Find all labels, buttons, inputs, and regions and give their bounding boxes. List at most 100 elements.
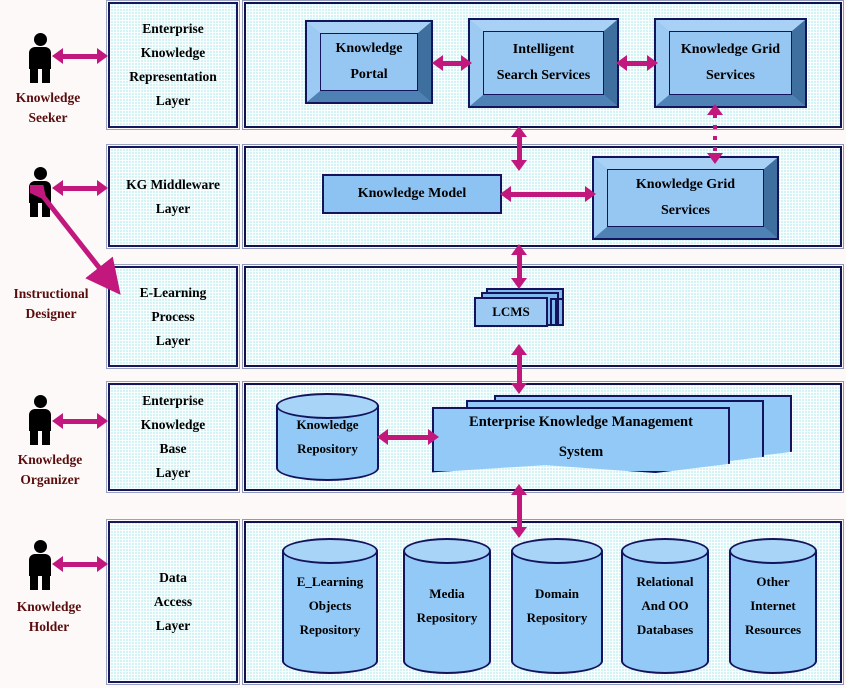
kg-services-top-line1: Knowledge Grid (680, 42, 781, 57)
node-lcms[interactable]: LCMS (472, 288, 572, 336)
actor-head-icon (33, 540, 47, 553)
layer-panel-e-learning-process-layer: LCMS (242, 264, 844, 369)
actor-label-knowledge-organizer: Knowledge Organizer (0, 450, 102, 490)
actor1-label-line2: Seeker (28, 110, 68, 125)
actor-legs-icon (29, 203, 51, 217)
rdb-line3: Databases (636, 622, 694, 637)
diagram-canvas: Enterprise Knowledge Representation Laye… (0, 0, 846, 688)
actor4-label-line2: Holder (28, 619, 70, 634)
domain-line1: Domain (534, 586, 580, 601)
arrow-grid-top-to-grid-middle-dotted (704, 104, 726, 164)
actor-head-icon (33, 395, 47, 408)
rdb-line2: And OO (641, 598, 689, 613)
knowledge-model-label: Knowledge Model (357, 186, 467, 201)
elo-line2: Objects (308, 598, 352, 613)
arrow-layer3-to-layer4 (508, 344, 530, 394)
actor-label-knowledge-seeker: Knowledge Seeker (0, 88, 96, 128)
layer4-label-line1: Enterprise (142, 393, 204, 408)
layer3-label-line2: Process (151, 308, 195, 324)
layer5-label-line1: Data (159, 570, 187, 585)
arrow-repository-to-ekms (377, 426, 439, 448)
arrow-layer2-to-layer3 (508, 244, 530, 289)
node-knowledge-grid-services-top[interactable]: Knowledge Grid Services (654, 18, 807, 108)
actor3-label-line1: Knowledge (17, 452, 83, 467)
actor-label-knowledge-holder: Knowledge Holder (0, 597, 98, 637)
actor-head-icon (33, 167, 47, 180)
actor-body-icon (29, 47, 51, 69)
layer-label-data-access-layer[interactable]: Data Access Layer (106, 519, 240, 685)
ekms-line2: System (558, 444, 604, 460)
node-e-learning-objects-repository[interactable]: E_Learning Objects Repository (282, 538, 378, 674)
arrow-designer-to-layer2 (52, 177, 108, 199)
actor4-label-line1: Knowledge (16, 599, 82, 614)
domain-line2: Repository (526, 610, 588, 625)
node-media-repository[interactable]: Media Repository (403, 538, 491, 674)
node-relational-and-oo-databases[interactable]: Relational And OO Databases (621, 538, 709, 674)
knowledge-repo-line1: Knowledge (296, 417, 359, 432)
actor2-label-line1: Instructional (13, 286, 89, 301)
intelligent-search-line1: Intelligent (512, 42, 575, 57)
layer-label-enterprise-knowledge-base-layer[interactable]: Enterprise Knowledge Base Layer (106, 381, 240, 493)
layer-label-enterprise-knowledge-representation-layer[interactable]: Enterprise Knowledge Representation Laye… (106, 0, 240, 130)
kg-services-mid-line1: Knowledge Grid (635, 177, 736, 192)
layer-label-kg-middleware-layer[interactable]: KG Middleware Layer (106, 144, 240, 249)
media-line2: Repository (416, 610, 478, 625)
layer-panel-enterprise-knowledge-representation-layer: Knowledge Portal Intelligent Search Serv… (242, 0, 844, 130)
intelligent-search-line2: Search Services (496, 68, 591, 83)
node-intelligent-search-services[interactable]: Intelligent Search Services (468, 18, 619, 108)
arrow-model-to-grid-middle (500, 183, 596, 205)
actor-body-icon (29, 181, 51, 203)
arrow-search-services-to-knowledge-model (508, 126, 530, 171)
layer1-label-line2: Knowledge (140, 45, 206, 60)
actor-label-instructional-designer: Instructional Designer (0, 284, 104, 324)
arrow-search-to-grid (616, 52, 658, 74)
oir-line1: Other (756, 574, 790, 589)
layer4-label-line2: Knowledge (140, 417, 206, 432)
node-knowledge-portal[interactable]: Knowledge Portal (305, 20, 433, 104)
node-knowledge-grid-services-middle[interactable]: Knowledge Grid Services (592, 156, 779, 240)
lcms-label: LCMS (492, 304, 530, 319)
node-knowledge-repository[interactable]: Knowledge Repository (276, 393, 379, 481)
actor-legs-icon (29, 576, 51, 590)
layer-panel-data-access-layer: E_Learning Objects Repository Media Repo… (242, 519, 844, 685)
layer1-label-line3: Representation (129, 69, 217, 84)
knowledge-repo-line2: Repository (297, 441, 358, 456)
actor-body-icon (29, 554, 51, 576)
node-enterprise-knowledge-management-system[interactable]: Enterprise Knowledge Management System (432, 395, 792, 477)
arrow-seeker-to-layer1 (52, 45, 108, 67)
layer5-label-line3: Layer (155, 618, 191, 633)
layer1-label-line4: Layer (155, 93, 191, 108)
layer-label-e-learning-process-layer[interactable]: E-Learning Process Layer (106, 264, 240, 369)
arrow-holder-to-layer5 (52, 553, 108, 575)
layer1-label-line1: Enterprise (142, 21, 204, 36)
layer3-label-line3: Layer (155, 332, 191, 348)
node-other-internet-resources[interactable]: Other Internet Resources (729, 538, 817, 674)
arrow-portal-to-search (432, 52, 472, 74)
actor1-label-line1: Knowledge (15, 90, 81, 105)
knowledge-portal-line2: Portal (350, 67, 388, 82)
elo-line3: Repository (299, 622, 361, 637)
kg-services-top-line2: Services (706, 68, 755, 83)
elo-line1: E_Learning (296, 574, 364, 589)
oir-line3: Resources (744, 622, 802, 637)
actor-body-icon (29, 409, 51, 431)
arrow-organizer-to-layer4 (52, 410, 108, 432)
actor-legs-icon (29, 431, 51, 445)
kg-services-mid-line2: Services (661, 203, 710, 218)
layer4-label-line3: Base (159, 441, 187, 456)
oir-line2: Internet (750, 598, 796, 613)
layer5-label-line2: Access (153, 594, 193, 609)
node-knowledge-model[interactable]: Knowledge Model (322, 174, 502, 214)
layer3-label-line1: E-Learning (139, 284, 207, 300)
node-domain-repository[interactable]: Domain Repository (511, 538, 603, 674)
layer2-label-line2: Layer (155, 200, 191, 216)
layer-panel-kg-middleware-layer: Knowledge Model Knowledge Grid Services (242, 144, 844, 249)
layer4-label-line4: Layer (155, 465, 191, 480)
actor3-label-line2: Organizer (20, 472, 80, 487)
actor-legs-icon (29, 69, 51, 83)
knowledge-portal-line1: Knowledge (335, 41, 403, 56)
actor2-label-line2: Designer (25, 306, 77, 321)
media-line1: Media (429, 586, 465, 601)
actor-head-icon (33, 33, 47, 46)
arrow-layer4-to-layer5 (508, 484, 530, 538)
